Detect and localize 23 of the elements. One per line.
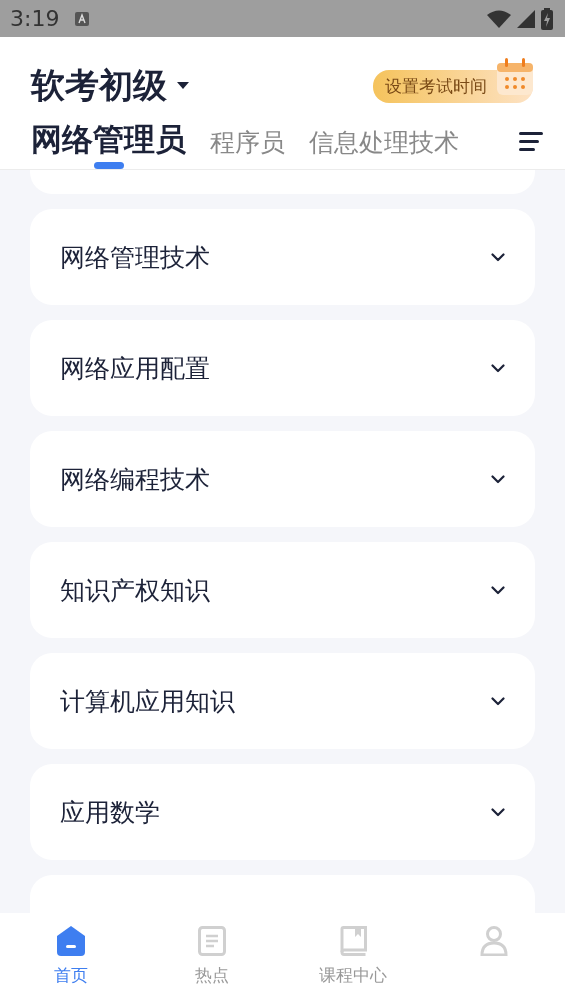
section-row[interactable]: 网络管理技术: [30, 209, 535, 305]
section-row[interactable]: 知识产权知识: [30, 542, 535, 638]
status-time: 3:19: [10, 6, 60, 31]
section-row[interactable]: 网络编程技术: [30, 431, 535, 527]
nav-tab[interactable]: 首页: [0, 913, 142, 1004]
category-tab[interactable]: 程序员: [210, 123, 285, 173]
keyboard-icon: [75, 11, 90, 26]
category-tab[interactable]: 网络管理员: [31, 123, 186, 173]
caret-icon: [177, 82, 189, 90]
person-icon: [480, 926, 509, 956]
battery-icon: [541, 7, 553, 30]
book-icon: [339, 926, 368, 956]
menu-icon[interactable]: [519, 131, 543, 151]
calendar-icon: [495, 56, 535, 97]
document-icon: [197, 926, 226, 956]
category-tab[interactable]: 信息处理技术: [309, 123, 459, 173]
section-row[interactable]: 应用数学: [30, 764, 535, 860]
signal-icon: [517, 9, 535, 28]
home-icon: [56, 926, 85, 956]
exam-selector[interactable]: 软考初级: [31, 63, 189, 109]
section-row[interactable]: 计算机应用知识: [30, 653, 535, 749]
section-row[interactable]: 网络应用配置: [30, 320, 535, 416]
wifi-icon: [487, 9, 511, 28]
